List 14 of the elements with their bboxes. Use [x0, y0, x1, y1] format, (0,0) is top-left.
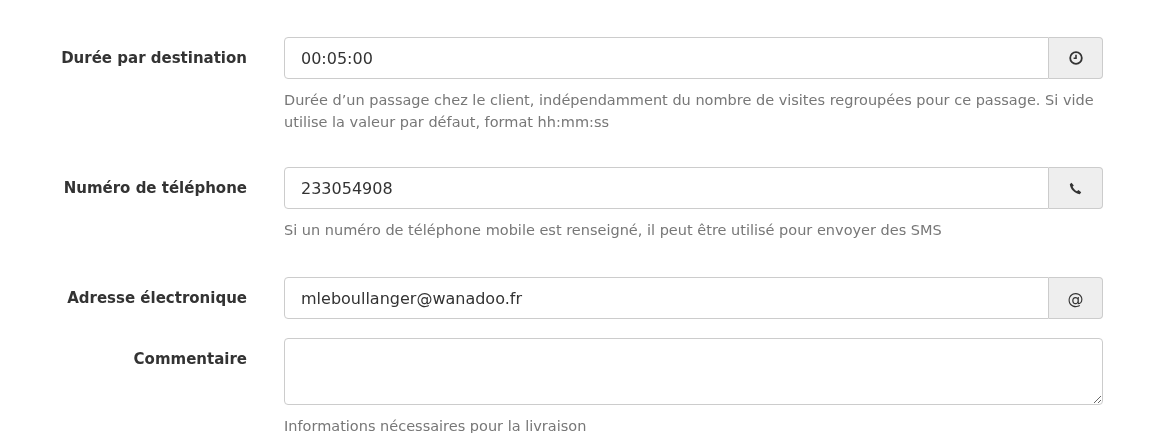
field-label: Adresse électronique: [66, 288, 247, 307]
phone-icon: [1069, 181, 1082, 195]
input-field[interactable]: mleboullanger@wanadoo.fr: [284, 277, 1049, 319]
field-label: Numéro de téléphone: [62, 178, 247, 197]
input-field[interactable]: 00:05:00: [284, 37, 1049, 79]
field-label: Commentaire: [132, 349, 247, 368]
input-field[interactable]: 233054908: [284, 167, 1049, 209]
comment-field[interactable]: [284, 338, 1103, 405]
clock-icon: [1068, 51, 1083, 65]
addon-button[interactable]: [1049, 37, 1103, 79]
addon-button[interactable]: @: [1049, 277, 1103, 319]
help-text: Si un numéro de téléphone mobile est renseigné, il peut être utilisé pour envoyer des SMS: [284, 221, 943, 240]
field-label: Durée par destination: [60, 48, 247, 67]
help-text: Durée d’un passage chez le client, indépendamment du nombre de visites regroupées pour ce passage. Si vide utilise la valeur par défaut, format hh:mm:ss: [284, 91, 1095, 132]
